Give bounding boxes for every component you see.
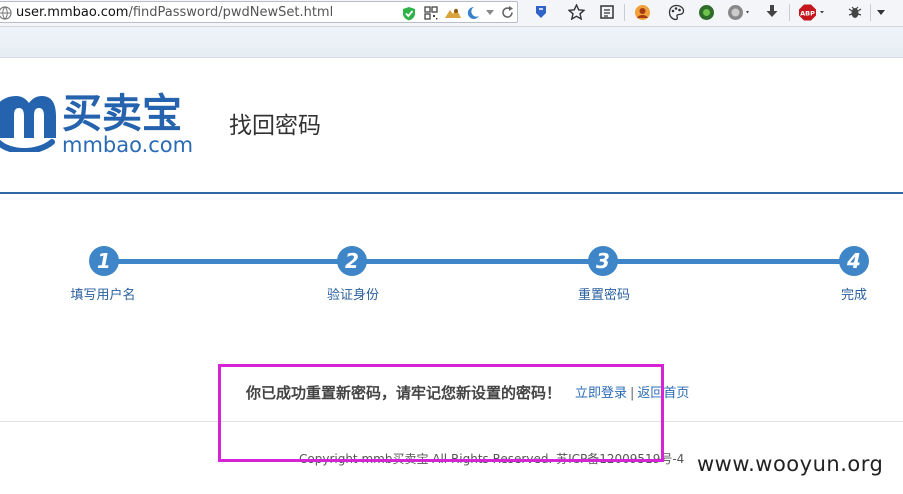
logo-domain: mmbao.com	[62, 133, 194, 157]
page-top-band	[0, 27, 903, 58]
palette-icon[interactable]	[668, 4, 685, 21]
url-text[interactable]: user.mmbao.com/findPassword/pwdNewSet.ht…	[16, 5, 333, 20]
annotation-highlight-box	[218, 364, 664, 462]
globe-icon[interactable]	[727, 4, 751, 21]
reload-icon[interactable]	[501, 6, 514, 19]
adblock-label: ABP	[800, 10, 815, 18]
globe-icon	[0, 6, 12, 20]
bug-icon[interactable]	[847, 4, 863, 20]
step-2-label: 验证身份	[326, 288, 380, 303]
menu-icon[interactable]	[876, 9, 886, 16]
browser-toolbar: user.mmbao.com/findPassword/pwdNewSet.ht…	[0, 0, 903, 27]
step-4-circle: 4	[839, 246, 869, 276]
download-icon[interactable]	[764, 4, 780, 20]
moon-icon[interactable]	[464, 6, 480, 20]
url-host: user.mmbao.com	[16, 5, 129, 20]
extension-icon[interactable]	[444, 6, 462, 20]
url-path: /findPassword/pwdNewSet.html	[128, 5, 334, 20]
logo-chinese-name: 买卖宝	[62, 91, 182, 137]
step-3-circle: 3	[588, 246, 618, 276]
shield-icon[interactable]	[402, 6, 416, 21]
dropdown-arrow-icon[interactable]	[485, 9, 495, 16]
qr-code-icon[interactable]	[424, 6, 438, 20]
header-divider	[0, 192, 903, 194]
pocket-icon[interactable]	[533, 4, 549, 20]
green-ball-icon[interactable]	[698, 4, 715, 21]
url-bar[interactable]: user.mmbao.com/findPassword/pwdNewSet.ht…	[0, 1, 518, 23]
step-3-label: 重置密码	[577, 288, 631, 303]
firefox-account-icon[interactable]	[634, 4, 651, 21]
step-1-circle: 1	[89, 246, 119, 276]
watermark: www.wooyun.org	[697, 452, 884, 476]
progress-line	[104, 259, 854, 264]
reading-list-icon[interactable]	[599, 4, 615, 20]
step-1-label: 填写用户名	[70, 288, 136, 303]
step-2-circle: 2	[337, 246, 367, 276]
adblock-icon[interactable]: ABP	[799, 4, 829, 21]
page-title: 找回密码	[229, 113, 321, 139]
step-4-label: 完成	[840, 288, 868, 303]
star-icon[interactable]	[568, 4, 585, 20]
mmbao-logo-icon[interactable]	[0, 94, 58, 152]
